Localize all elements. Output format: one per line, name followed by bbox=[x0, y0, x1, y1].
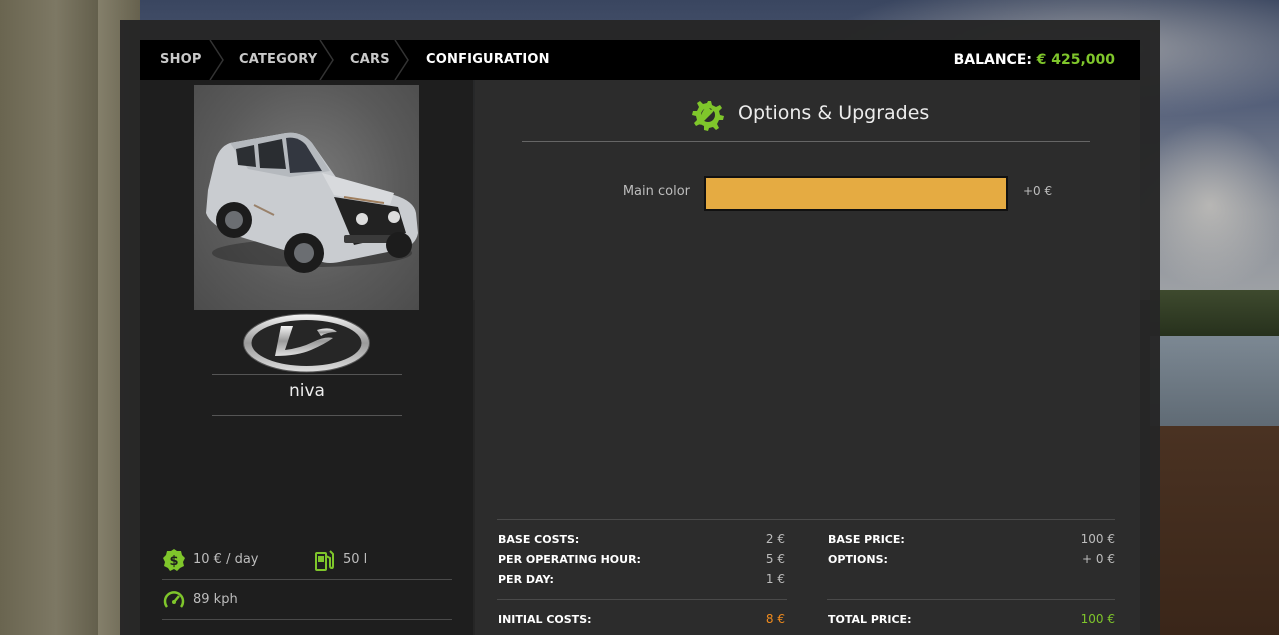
total-price-label: TOTAL PRICE: bbox=[828, 613, 912, 626]
fuel-pump-icon bbox=[312, 548, 336, 572]
main-color-selector[interactable] bbox=[704, 176, 1008, 211]
svg-text:$: $ bbox=[169, 554, 178, 569]
options-cost-value: + 0 € bbox=[1082, 552, 1115, 566]
treeline bbox=[1150, 290, 1279, 338]
divider bbox=[162, 579, 452, 580]
breadcrumb-cars[interactable]: CARS bbox=[350, 40, 390, 80]
base-costs-label: BASE COSTS: bbox=[498, 533, 580, 546]
spec-fuel-capacity: 50 l bbox=[312, 548, 432, 572]
option-label-main-color: Main color bbox=[622, 184, 690, 199]
base-costs-value: 2 € bbox=[765, 532, 785, 546]
spec-daily-upkeep: $ 10 € / day bbox=[162, 548, 302, 572]
per-day-value: 1 € bbox=[765, 572, 785, 586]
per-day-label: PER DAY: bbox=[498, 573, 554, 586]
spec-daily-upkeep-value: 10 € / day bbox=[193, 552, 259, 567]
breadcrumb-separator-icon bbox=[394, 40, 410, 80]
base-price-label: BASE PRICE: bbox=[828, 533, 905, 546]
per-operating-hour-label: PER OPERATING HOUR: bbox=[498, 553, 641, 566]
brand-logo bbox=[241, 312, 372, 374]
base-price-value: 100 € bbox=[1080, 532, 1115, 546]
options-column: Options & Upgrades Main color +0 € BASE … bbox=[475, 80, 1140, 635]
dollar-coin-icon: $ bbox=[162, 548, 186, 572]
vehicle-image bbox=[194, 85, 419, 310]
breadcrumb-configuration: CONFIGURATION bbox=[426, 52, 550, 67]
breadcrumb-separator-icon bbox=[319, 40, 335, 80]
breadcrumb-shop[interactable]: SHOP bbox=[160, 40, 202, 80]
initial-costs-label: INITIAL COSTS: bbox=[498, 613, 592, 626]
divider bbox=[827, 599, 1115, 600]
shop-configuration-panel: SHOP CATEGORY CARS CONFIGURATION BALANCE… bbox=[120, 20, 1160, 635]
vehicle-name: niva bbox=[289, 381, 325, 401]
breadcrumb-category[interactable]: CATEGORY bbox=[239, 40, 317, 80]
speedometer-icon bbox=[162, 588, 186, 612]
spec-max-speed-value: 89 kph bbox=[193, 592, 238, 607]
balance-value: € 425,000 bbox=[1036, 52, 1115, 68]
options-title: Options & Upgrades bbox=[738, 102, 930, 124]
balance-label: BALANCE: bbox=[953, 52, 1032, 68]
total-price-value: 100 € bbox=[1080, 612, 1115, 626]
water bbox=[1150, 336, 1279, 428]
spec-fuel-capacity-value: 50 l bbox=[343, 552, 368, 567]
breadcrumb-bar: SHOP CATEGORY CARS CONFIGURATION BALANCE… bbox=[140, 40, 1140, 80]
spec-max-speed: 89 kph bbox=[162, 588, 302, 612]
divider bbox=[212, 374, 402, 375]
divider bbox=[212, 415, 402, 416]
field bbox=[1150, 426, 1279, 635]
divider bbox=[497, 599, 787, 600]
option-price-main-color: +0 € bbox=[1023, 184, 1053, 198]
divider bbox=[522, 141, 1090, 142]
divider bbox=[162, 619, 452, 620]
breadcrumb-separator-icon bbox=[209, 40, 225, 80]
per-operating-hour-value: 5 € bbox=[765, 552, 785, 566]
initial-costs-value: 8 € bbox=[765, 612, 785, 626]
vehicle-info-column: niva $ 10 € / day 50 l 89 kph bbox=[140, 80, 473, 635]
options-cost-label: OPTIONS: bbox=[828, 553, 888, 566]
divider bbox=[497, 519, 1115, 520]
gear-wrench-icon bbox=[692, 99, 724, 131]
